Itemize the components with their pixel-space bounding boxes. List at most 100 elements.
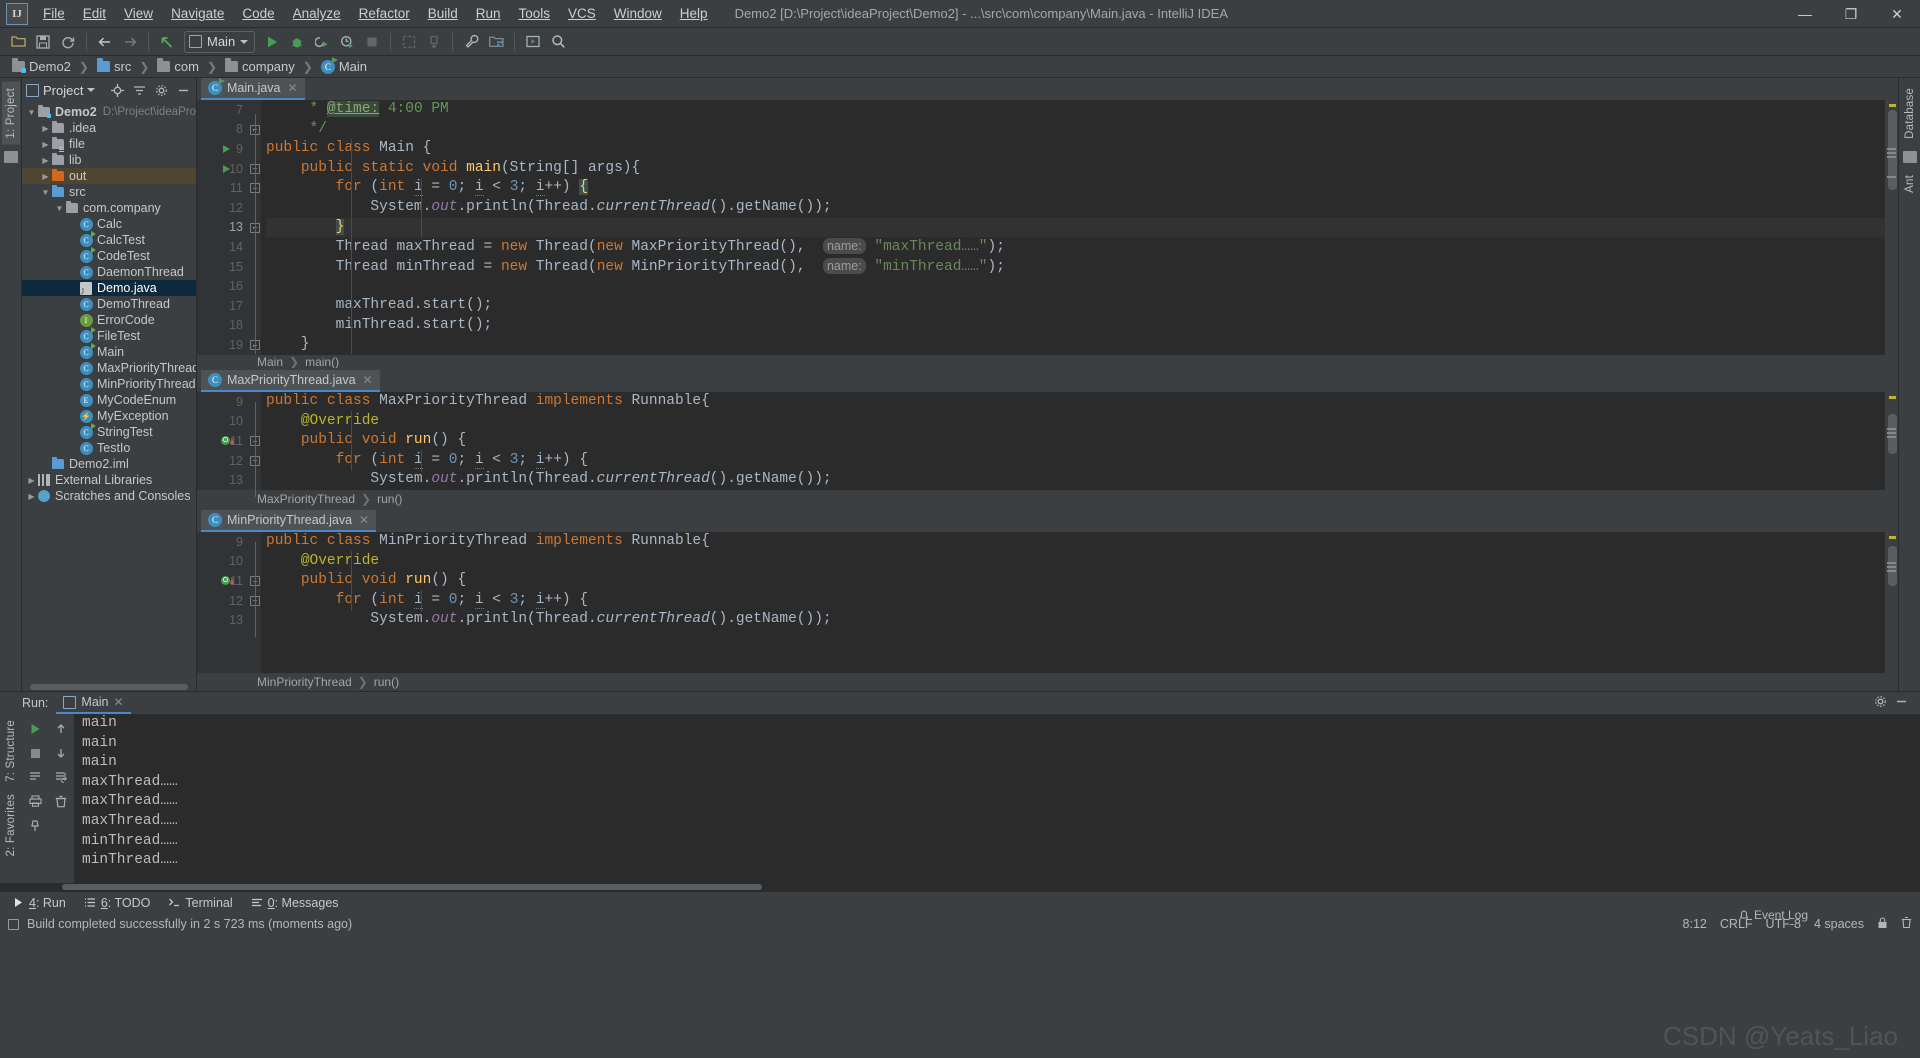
sync-icon[interactable] [56,30,80,54]
code-line[interactable]: System.out.println(Thread.currentThread(… [266,610,1885,630]
tab-minpriority-java[interactable]: C MinPriorityThread.java ✕ [201,510,376,532]
sidebar-tab-project[interactable]: 1: Project [2,82,20,145]
scroll-to-end-icon[interactable] [49,765,73,789]
run-icon[interactable] [260,30,284,54]
menu-refactor[interactable]: Refactor [350,1,419,26]
hide-icon[interactable] [174,81,192,99]
toolwindow-messages[interactable]: 0: Messages [244,894,346,912]
sidebar-tab-ant[interactable]: Ant [1901,169,1919,199]
commit-icon[interactable] [422,30,446,54]
tree-item-demo2-iml[interactable]: Demo2.iml [22,456,196,472]
menu-code[interactable]: Code [233,1,283,26]
run-with-coverage-icon[interactable] [310,30,334,54]
debug-icon[interactable] [285,30,309,54]
code-line[interactable]: minThread.start(); [266,316,1885,336]
gutter-2[interactable]: 910O111213 [197,392,249,490]
run-configuration-selector[interactable]: Main [184,31,255,53]
breadcrumb-method[interactable]: main() [305,355,339,369]
project-structure-icon[interactable] [484,30,508,54]
breadcrumb-class[interactable]: Main [257,355,283,369]
code-column-3[interactable]: public class MinPriorityThread implement… [261,532,1885,673]
warning-marker[interactable] [1889,536,1896,539]
tree-item-file[interactable]: ▶file [22,136,196,152]
fold-column-1[interactable]: ⌐−−⌐⌐ [249,100,261,355]
code-area-1[interactable]: 78910111213141516171819 ⌐−−⌐⌐ * @time: 4… [197,100,1898,355]
rerun-icon[interactable] [23,717,47,741]
implementing-method-gutter-icon[interactable]: O [221,576,234,585]
run-gutter-icon[interactable] [223,145,230,153]
breadcrumb-item-com[interactable]: com [153,58,203,75]
menu-analyze[interactable]: Analyze [284,1,350,26]
tree-item-scratches-and-consoles[interactable]: ▶Scratches and Consoles [22,488,196,504]
warning-marker[interactable] [1889,104,1896,107]
tree-item-errorcode[interactable]: IErrorCode [22,312,196,328]
disclosure-triangle-icon[interactable]: ▶ [40,172,51,181]
warning-marker[interactable] [1889,396,1896,399]
close-icon[interactable]: ✕ [288,81,298,95]
code-line[interactable]: for (int i = 0; i < 3; i++) { [266,591,1885,611]
update-project-icon[interactable] [397,30,421,54]
disclosure-triangle-icon[interactable]: ▶ [40,140,51,149]
tree-item-myexception[interactable]: ⚡MyException [22,408,196,424]
code-line[interactable]: public class MinPriorityThread implement… [266,532,1885,552]
tab-maxpriority-java[interactable]: C MaxPriorityThread.java ✕ [201,370,380,392]
save-all-icon[interactable] [31,30,55,54]
code-line[interactable]: System.out.println(Thread.currentThread(… [266,198,1885,218]
tree-item-mycodeenum[interactable]: EMyCodeEnum [22,392,196,408]
marker-bar-1[interactable] [1885,100,1898,355]
sidebar-tab-favorites[interactable]: 2: Favorites [2,788,20,862]
close-button[interactable]: ✕ [1874,0,1920,28]
menu-build[interactable]: Build [419,1,467,26]
breadcrumb-item-demo2[interactable]: Demo2 [8,58,75,75]
tree-item-codetest[interactable]: CCodeTest [22,248,196,264]
gear-icon[interactable] [1874,695,1887,711]
menu-vcs[interactable]: VCS [559,1,605,26]
code-line[interactable]: for (int i = 0; i < 3; i++) { [266,178,1885,198]
scrollbar-thumb[interactable] [1888,110,1897,190]
thread-dump-icon[interactable] [23,765,47,789]
code-column-2[interactable]: public class MaxPriorityThread implement… [261,392,1885,490]
disclosure-triangle-icon[interactable]: ▶ [40,124,51,133]
tree-item-maxprioritythread[interactable]: CMaxPriorityThread [22,360,196,376]
sidebar-tab-database[interactable]: Database [1901,82,1919,145]
scroll-from-source-icon[interactable] [108,81,126,99]
disclosure-triangle-icon[interactable]: ▶ [26,492,37,501]
open-folder-icon[interactable] [6,30,30,54]
code-line[interactable]: } [266,335,1885,355]
event-log-button[interactable]: Event Log [1738,908,1808,922]
settings-wrench-icon[interactable] [459,30,483,54]
code-line[interactable]: * @time: 4:00 PM [266,100,1885,120]
fold-column-3[interactable]: −− [249,532,261,673]
undo-icon[interactable] [155,30,179,54]
console-output[interactable]: mainmainmainmaxThread……maxThread……maxThr… [74,714,1920,883]
code-line[interactable]: Thread minThread = new Thread(new MinPri… [266,257,1885,277]
maximize-button[interactable]: ❐ [1828,0,1874,28]
code-line[interactable]: maxThread.start(); [266,296,1885,316]
profile-icon[interactable] [335,30,359,54]
tree-item-demothread[interactable]: CDemoThread [22,296,196,312]
menu-run[interactable]: Run [467,1,510,26]
minimize-button[interactable]: — [1782,0,1828,28]
breadcrumb-item-company[interactable]: company [221,58,299,75]
close-icon[interactable]: ✕ [363,373,373,387]
print-icon[interactable] [23,789,47,813]
menu-window[interactable]: Window [605,1,671,26]
scrollbar-thumb[interactable] [62,884,762,890]
up-arrow-icon[interactable] [49,717,73,741]
toolwindow-todo[interactable]: 6: TODO [77,894,158,912]
disclosure-triangle-icon[interactable]: ▶ [26,476,37,485]
tree-item-filetest[interactable]: CFileTest [22,328,196,344]
menu-file[interactable]: File [34,1,74,26]
disclosure-triangle-icon[interactable]: ▶ [40,156,51,165]
fold-column-2[interactable]: −− [249,392,261,490]
code-line[interactable]: public class Main { [266,139,1885,159]
hide-icon[interactable] [1895,695,1914,711]
tree-item--idea[interactable]: ▶.idea [22,120,196,136]
code-line[interactable]: Thread maxThread = new Thread(new MaxPri… [266,237,1885,257]
stop-icon[interactable] [23,741,47,765]
clear-all-icon[interactable] [49,789,73,813]
menu-tools[interactable]: Tools [510,1,560,26]
menu-help[interactable]: Help [671,1,717,26]
run-gutter-icon[interactable] [223,165,230,173]
run-tab-main[interactable]: Main ✕ [56,692,130,714]
